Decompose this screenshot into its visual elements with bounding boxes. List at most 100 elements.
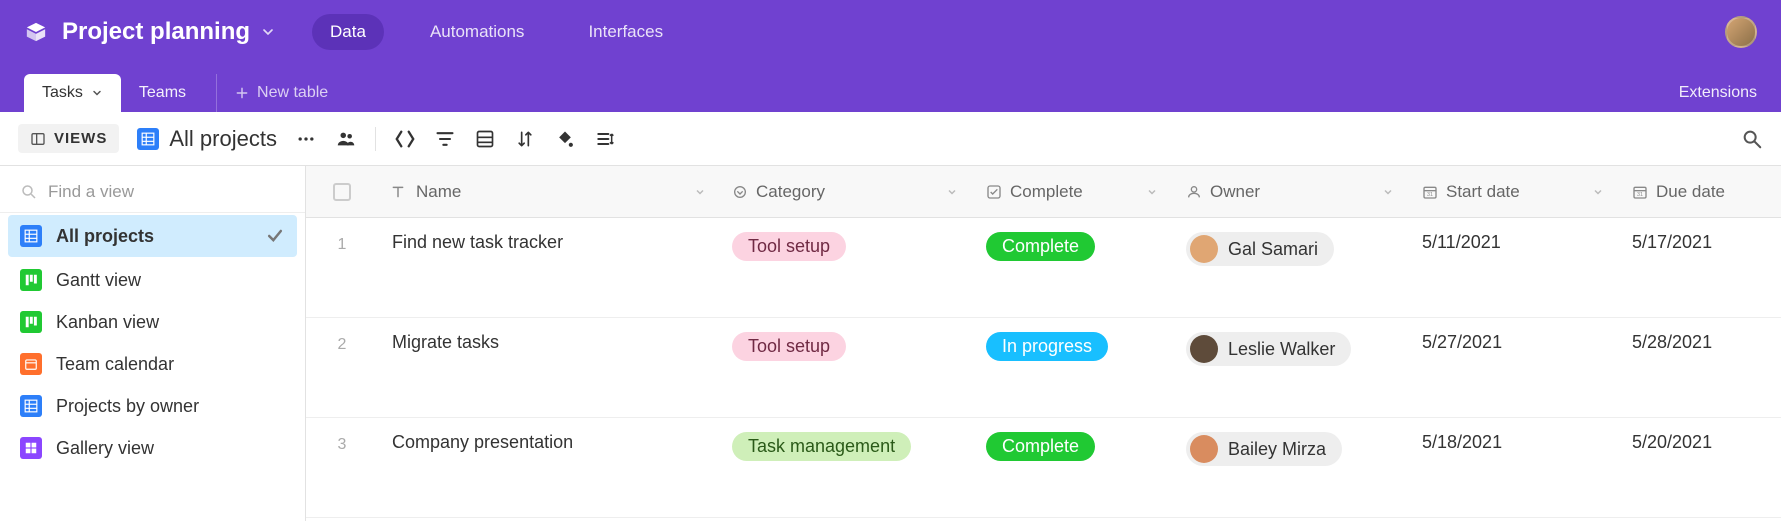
column-start-date[interactable]: 31 Start date xyxy=(1408,182,1618,202)
extensions-button[interactable]: Extensions xyxy=(1679,74,1757,112)
table-tab-label: Tasks xyxy=(42,84,83,102)
extensions-icon[interactable] xyxy=(394,128,416,150)
view-toolbar: VIEWS All projects xyxy=(0,112,1781,166)
column-category[interactable]: Category xyxy=(718,182,972,202)
view-label: Kanban view xyxy=(56,312,159,333)
chevron-down-icon[interactable] xyxy=(1146,186,1158,198)
owner-chip: Bailey Mirza xyxy=(1186,432,1342,466)
more-icon[interactable] xyxy=(295,128,317,150)
chevron-down-icon[interactable] xyxy=(694,186,706,198)
category-pill: Task management xyxy=(732,432,911,461)
find-view-input[interactable]: Find a view xyxy=(0,172,305,213)
cell-complete[interactable]: In progress xyxy=(972,332,1172,361)
date-field-icon: 31 xyxy=(1422,184,1438,200)
table-row[interactable]: 2Migrate tasksTool setupIn progressLesli… xyxy=(306,318,1781,418)
base-title[interactable]: Project planning xyxy=(62,18,250,46)
new-table-label: New table xyxy=(257,84,328,102)
cell-name[interactable]: Find new task tracker xyxy=(378,232,718,253)
chevron-down-icon xyxy=(91,87,103,99)
column-due-date[interactable]: 31 Due date xyxy=(1618,182,1778,202)
view-label: Gallery view xyxy=(56,438,154,459)
cell-due-date[interactable]: 5/17/2021 xyxy=(1618,232,1778,253)
views-label: VIEWS xyxy=(54,130,107,147)
cell-complete[interactable]: Complete xyxy=(972,432,1172,461)
chevron-down-icon[interactable] xyxy=(260,24,276,40)
group-icon[interactable] xyxy=(474,128,496,150)
view-type-icon xyxy=(20,225,42,247)
column-complete[interactable]: Complete xyxy=(972,182,1172,202)
nav-automations[interactable]: Automations xyxy=(412,14,543,50)
search-icon[interactable] xyxy=(1741,128,1763,150)
people-icon[interactable] xyxy=(335,128,357,150)
cell-name[interactable]: Migrate tasks xyxy=(378,332,718,353)
cell-due-date[interactable]: 5/20/2021 xyxy=(1618,432,1778,453)
view-item[interactable]: Kanban view xyxy=(0,301,305,343)
table-tab-teams[interactable]: Teams xyxy=(121,74,204,112)
category-pill: Tool setup xyxy=(732,332,846,361)
view-item[interactable]: Gallery view xyxy=(0,427,305,469)
owner-avatar xyxy=(1190,235,1218,263)
owner-avatar xyxy=(1190,335,1218,363)
view-type-icon xyxy=(20,437,42,459)
new-table-button[interactable]: New table xyxy=(216,74,346,112)
row-height-icon[interactable] xyxy=(594,128,616,150)
table-row[interactable]: 3Company presentationTask managementComp… xyxy=(306,418,1781,518)
view-type-icon xyxy=(20,353,42,375)
cell-start-date[interactable]: 5/27/2021 xyxy=(1408,332,1618,353)
select-field-icon xyxy=(732,184,748,200)
avatar[interactable] xyxy=(1725,16,1757,48)
view-item[interactable]: All projects xyxy=(8,215,297,257)
svg-text:31: 31 xyxy=(1427,192,1433,198)
grid-view-icon xyxy=(137,128,159,150)
table-row[interactable]: 1Find new task tracker Tool setup Complete… xyxy=(306,218,1781,318)
view-type-icon xyxy=(20,395,42,417)
cell-name[interactable]: Company presentation xyxy=(378,432,718,453)
view-title-block[interactable]: All projects xyxy=(137,126,277,152)
view-label: Team calendar xyxy=(56,354,174,375)
color-icon[interactable] xyxy=(554,128,576,150)
column-name[interactable]: Name xyxy=(378,182,718,202)
views-toggle[interactable]: VIEWS xyxy=(18,124,119,153)
cell-owner[interactable]: Leslie Walker xyxy=(1172,332,1408,366)
separator xyxy=(375,127,376,151)
views-sidebar: Find a view All projectsGantt view Kanban… xyxy=(0,166,306,521)
chevron-down-icon[interactable] xyxy=(1382,186,1394,198)
cell-complete[interactable]: Complete xyxy=(972,232,1172,261)
plus-icon xyxy=(235,86,249,100)
topbar: Project planning Data Automations Interf… xyxy=(0,0,1781,64)
view-item[interactable]: Gantt view xyxy=(0,259,305,301)
column-owner[interactable]: Owner xyxy=(1172,182,1408,202)
cell-start-date[interactable]: 5/18/2021 xyxy=(1408,432,1618,453)
row-number: 1 xyxy=(306,232,378,254)
view-type-icon xyxy=(20,269,42,291)
data-table: Name Category Complete Owner 31 Start da… xyxy=(306,166,1781,521)
text-field-icon xyxy=(390,184,406,200)
search-icon xyxy=(20,183,38,201)
cell-owner[interactable]: Gal Samari xyxy=(1172,232,1408,266)
nav-interfaces[interactable]: Interfaces xyxy=(570,14,681,50)
filter-icon[interactable] xyxy=(434,128,456,150)
table-tabs-bar: Tasks Teams New table Extensions xyxy=(0,64,1781,112)
cell-start-date[interactable]: 5/11/2021 xyxy=(1408,232,1618,253)
select-all-checkbox[interactable] xyxy=(306,183,378,201)
table-tab-tasks[interactable]: Tasks xyxy=(24,74,121,112)
sort-icon[interactable] xyxy=(514,128,536,150)
nav-data[interactable]: Data xyxy=(312,14,384,50)
view-item[interactable]: Projects by owner xyxy=(0,385,305,427)
owner-chip: Gal Samari xyxy=(1186,232,1334,266)
chevron-down-icon[interactable] xyxy=(1592,186,1604,198)
cell-category[interactable]: Task management xyxy=(718,432,972,461)
cell-category[interactable]: Tool setup xyxy=(718,332,972,361)
view-item[interactable]: Team calendar xyxy=(0,343,305,385)
cell-category[interactable]: Tool setup xyxy=(718,232,972,261)
cell-due-date[interactable]: 5/28/2021 xyxy=(1618,332,1778,353)
chevron-down-icon[interactable] xyxy=(946,186,958,198)
find-placeholder: Find a view xyxy=(48,182,134,202)
category-pill: Tool setup xyxy=(732,232,846,261)
svg-text:31: 31 xyxy=(1637,192,1643,198)
status-pill: Complete xyxy=(986,232,1095,261)
top-nav: Data Automations Interfaces xyxy=(312,14,681,50)
main-content: Find a view All projectsGantt view Kanban… xyxy=(0,166,1781,521)
status-pill: Complete xyxy=(986,432,1095,461)
cell-owner[interactable]: Bailey Mirza xyxy=(1172,432,1408,466)
